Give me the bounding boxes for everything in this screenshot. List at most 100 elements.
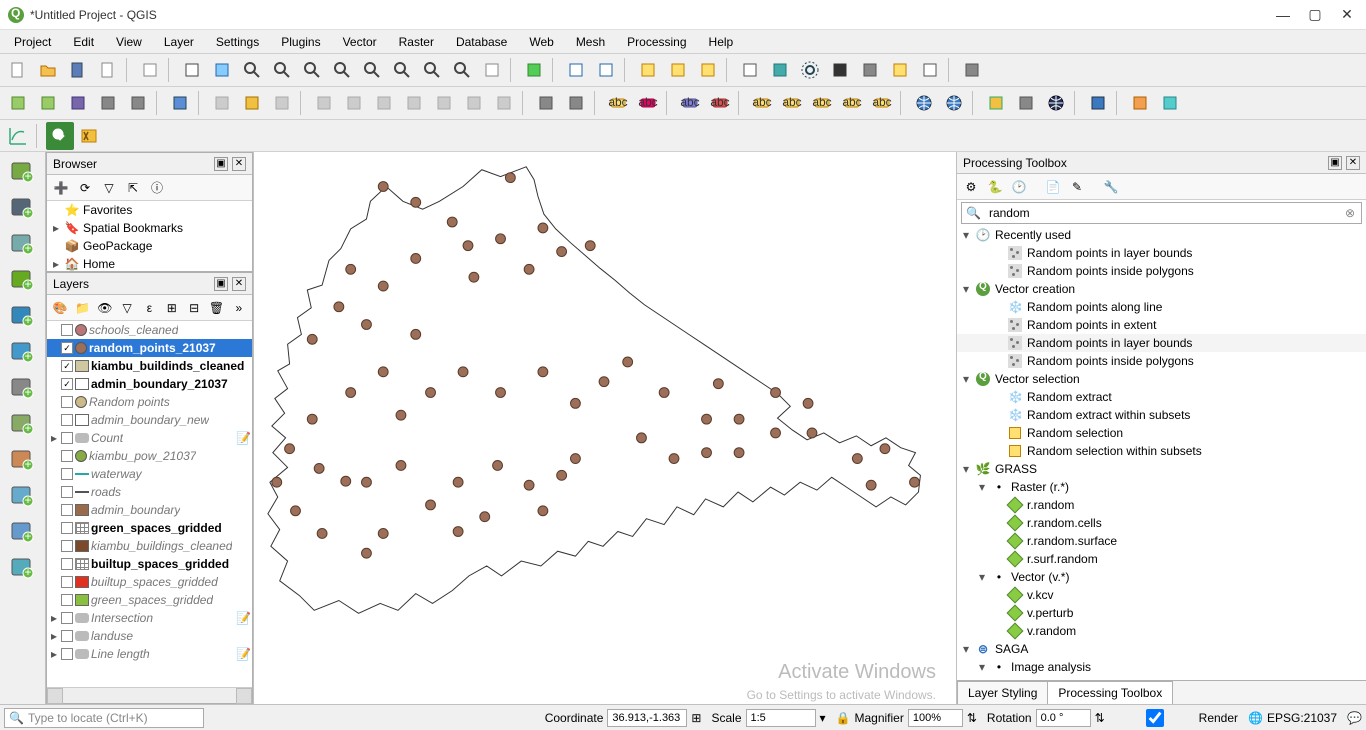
toolbox-results-icon[interactable]: 📄 bbox=[1043, 177, 1063, 197]
toolbox-group-vector-selection[interactable]: ▾Vector selection bbox=[957, 370, 1366, 388]
toolbox-alg-random-points-along-line[interactable]: ❄️Random points along line bbox=[957, 298, 1366, 316]
toolbox-alg-v.perturb[interactable]: v.perturb bbox=[957, 604, 1366, 622]
tab-layer-styling[interactable]: Layer Styling bbox=[957, 681, 1048, 704]
zoom-in-icon[interactable] bbox=[238, 56, 266, 84]
remove-layer-icon[interactable]: 🗑 bbox=[207, 298, 225, 318]
browser-item-home[interactable]: ▸🏠Home bbox=[47, 255, 252, 271]
refresh-icon[interactable]: ⟳ bbox=[75, 178, 95, 198]
help-icon[interactable] bbox=[1084, 89, 1112, 117]
label8-icon[interactable]: abc bbox=[838, 89, 866, 117]
browser-item-spatial-bookmarks[interactable]: ▸🔖Spatial Bookmarks bbox=[47, 219, 252, 237]
layer-admin_boundary_new[interactable]: admin_boundary_new bbox=[47, 411, 252, 429]
add-feature-icon[interactable] bbox=[310, 89, 338, 117]
expression-filter-icon[interactable]: ε bbox=[140, 298, 158, 318]
label9-icon[interactable]: abc bbox=[868, 89, 896, 117]
new-map-view-icon[interactable] bbox=[478, 56, 506, 84]
identify-icon[interactable] bbox=[562, 56, 590, 84]
scale-dropdown-icon[interactable]: ▾ bbox=[820, 711, 826, 725]
vector-layer-icon[interactable]: + bbox=[4, 158, 40, 186]
browser-undock-button[interactable]: ▣ bbox=[214, 157, 228, 171]
toolbox-history-icon[interactable]: 🕑 bbox=[1009, 177, 1029, 197]
osm-icon[interactable] bbox=[1042, 89, 1070, 117]
crs-label[interactable]: EPSG:21037 bbox=[1267, 711, 1337, 725]
menu-raster[interactable]: Raster bbox=[389, 32, 444, 52]
zoom-out-icon[interactable] bbox=[268, 56, 296, 84]
refresh-icon[interactable] bbox=[520, 56, 548, 84]
magnifier-spinner-icon[interactable]: ⇅ bbox=[967, 711, 977, 725]
cut-feature-icon[interactable] bbox=[430, 89, 458, 117]
toolbox-alg-random-points-in-layer-bounds[interactable]: Random points in layer bounds bbox=[957, 334, 1366, 352]
layer-schools_cleaned[interactable]: schools_cleaned bbox=[47, 321, 252, 339]
map-canvas[interactable]: Activate Windows Go to Settings to activ… bbox=[254, 152, 956, 704]
layer-admin_boundary_21037[interactable]: ✓admin_boundary_21037 bbox=[47, 375, 252, 393]
pencil-faded-icon[interactable] bbox=[208, 89, 236, 117]
menu-layer[interactable]: Layer bbox=[154, 32, 204, 52]
redo-icon[interactable] bbox=[562, 89, 590, 117]
toolbox-edit-icon[interactable]: ✎ bbox=[1067, 177, 1087, 197]
plugin1-icon[interactable] bbox=[1126, 89, 1154, 117]
label7-icon[interactable]: abc bbox=[808, 89, 836, 117]
attr-table-icon[interactable] bbox=[736, 56, 764, 84]
virtual-layer-icon[interactable]: + bbox=[4, 338, 40, 366]
label5-icon[interactable]: abc bbox=[748, 89, 776, 117]
bookmarks-icon[interactable] bbox=[958, 56, 986, 84]
toolbox-group-grass[interactable]: ▾🌿GRASS bbox=[957, 460, 1366, 478]
toolbox-model-icon[interactable]: ⚙ bbox=[961, 177, 981, 197]
toolbox-alg-random-selection-within-subsets[interactable]: Random selection within subsets bbox=[957, 442, 1366, 460]
deselect-icon[interactable] bbox=[694, 56, 722, 84]
layers-undock-button[interactable]: ▣ bbox=[214, 277, 228, 291]
menu-project[interactable]: Project bbox=[4, 32, 61, 52]
magnifier-input[interactable] bbox=[908, 709, 963, 727]
toolbox-subgroup-vector-v-[interactable]: ▾•Vector (v.*) bbox=[957, 568, 1366, 586]
new-spatialite-icon[interactable] bbox=[94, 89, 122, 117]
layer-roads[interactable]: roads bbox=[47, 483, 252, 501]
label2-icon[interactable]: abc bbox=[634, 89, 662, 117]
undo-icon[interactable] bbox=[532, 89, 560, 117]
layer-waterway[interactable]: waterway bbox=[47, 465, 252, 483]
layer-admin_boundary[interactable]: admin_boundary bbox=[47, 501, 252, 519]
toolbox-alg-r.random[interactable]: r.random bbox=[957, 496, 1366, 514]
rotation-input[interactable] bbox=[1036, 709, 1091, 727]
chart-icon[interactable] bbox=[4, 122, 32, 150]
save-project-icon[interactable] bbox=[64, 56, 92, 84]
close-button[interactable]: ✕ bbox=[1340, 8, 1354, 22]
new-project-icon[interactable] bbox=[4, 56, 32, 84]
filter-layers-icon[interactable]: ▽ bbox=[118, 298, 136, 318]
layer-Line length[interactable]: ▸Line length📝 bbox=[47, 645, 252, 663]
toolbox-subgroup-raster-r-[interactable]: ▾•Raster (r.*) bbox=[957, 478, 1366, 496]
layers-close-button[interactable]: ✕ bbox=[232, 277, 246, 291]
menu-web[interactable]: Web bbox=[519, 32, 563, 52]
select-icon[interactable] bbox=[634, 56, 662, 84]
toolbox-group-recently-used[interactable]: ▾🕑Recently used bbox=[957, 226, 1366, 244]
toolbox-alg-random-extract[interactable]: ❄️Random extract bbox=[957, 388, 1366, 406]
toolbox-alg-random-selection[interactable]: Random selection bbox=[957, 424, 1366, 442]
label1-icon[interactable]: abc bbox=[604, 89, 632, 117]
coordinate-toggle-icon[interactable]: ⊞ bbox=[691, 711, 701, 725]
select-poly-icon[interactable] bbox=[664, 56, 692, 84]
toolbox-alg-random-points-inside-polygons[interactable]: Random points inside polygons bbox=[957, 262, 1366, 280]
collapse-icon[interactable]: ⇱ bbox=[123, 178, 143, 198]
toolbox-subgroup-image-analysis[interactable]: ▾•Image analysis bbox=[957, 658, 1366, 676]
oracle-icon[interactable]: + bbox=[4, 446, 40, 474]
pan-icon[interactable] bbox=[178, 56, 206, 84]
identify-drop-icon[interactable] bbox=[592, 56, 620, 84]
browser-close-button[interactable]: ✕ bbox=[232, 157, 246, 171]
new-shapefile-icon[interactable] bbox=[64, 89, 92, 117]
tab-processing-toolbox[interactable]: Processing Toolbox bbox=[1047, 681, 1173, 704]
toolbox-alg-random-points-in-layer-bounds[interactable]: Random points in layer bounds bbox=[957, 244, 1366, 262]
messages-icon[interactable]: 💬 bbox=[1347, 711, 1362, 725]
toolbox-undock-button[interactable]: ▣ bbox=[1328, 156, 1342, 170]
zoom-last-icon[interactable] bbox=[418, 56, 446, 84]
properties-icon[interactable]: ⓘ bbox=[147, 178, 167, 198]
browser-item-geopackage[interactable]: 📦GeoPackage bbox=[47, 237, 252, 255]
collapse-all-icon[interactable]: ⊟ bbox=[185, 298, 203, 318]
stats-icon[interactable] bbox=[826, 56, 854, 84]
field-calc-icon[interactable] bbox=[766, 56, 794, 84]
visibility-icon[interactable]: 👁 bbox=[96, 298, 114, 318]
toolbox-icon[interactable] bbox=[796, 56, 824, 84]
menu-database[interactable]: Database bbox=[446, 32, 517, 52]
toolbox-group-saga[interactable]: ▾⊜SAGA bbox=[957, 640, 1366, 658]
label6-icon[interactable]: abc bbox=[778, 89, 806, 117]
layer-builtup_spaces_gridded[interactable]: builtup_spaces_gridded bbox=[47, 573, 252, 591]
scale-input[interactable] bbox=[746, 709, 816, 727]
